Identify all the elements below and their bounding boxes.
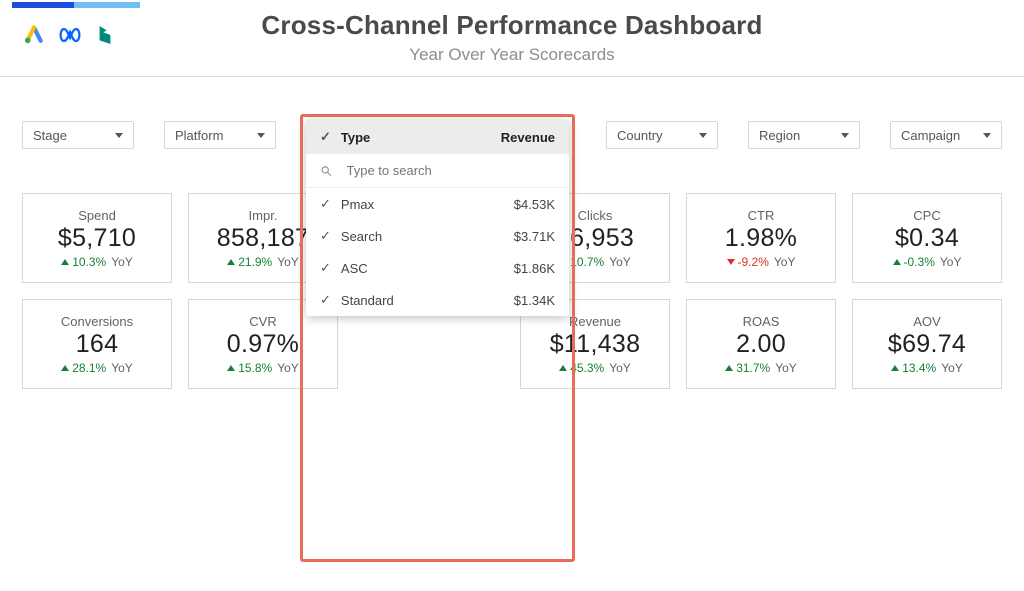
scorecard-label: Impr.	[249, 208, 278, 223]
meta-icon	[58, 26, 82, 44]
dropdown-option-value: $3.71K	[514, 229, 555, 244]
dropdown-option[interactable]: Search $3.71K	[306, 220, 569, 252]
scorecard-conversions: Conversions 164 28.1%YoY	[22, 299, 172, 389]
scorecard-change: 45.3%YoY	[559, 361, 631, 375]
scorecard-change: 28.1%YoY	[61, 361, 133, 375]
header-area: Cross-Channel Performance Dashboard Year…	[0, 2, 1024, 76]
dropdown-column-metric: Revenue	[501, 130, 555, 145]
scorecard-change: 10.7%YoY	[559, 255, 631, 269]
progress-bar-segment-dark	[12, 2, 74, 8]
type-filter-dropdown: Type Revenue Pmax $4.53K Search $3.71K A…	[306, 120, 569, 316]
dropdown-search-input[interactable]	[345, 162, 555, 179]
scorecard-label: Spend	[78, 208, 116, 223]
progress-bar-segment-light	[74, 2, 140, 8]
chevron-down-icon	[257, 133, 265, 138]
dropdown-header: Type Revenue	[306, 120, 569, 154]
scorecard-change: -9.2%YoY	[727, 255, 796, 269]
scorecard-label: CVR	[249, 314, 276, 329]
dropdown-option-label: Pmax	[341, 197, 374, 212]
check-icon	[320, 196, 331, 212]
arrow-up-icon	[891, 365, 899, 371]
arrow-up-icon	[61, 259, 69, 265]
filter-label: Platform	[175, 128, 223, 143]
scorecard-value: 0.97%	[227, 330, 299, 359]
arrow-up-icon	[227, 365, 235, 371]
dropdown-option[interactable]: ASC $1.86K	[306, 252, 569, 284]
dropdown-option-value: $1.34K	[514, 293, 555, 308]
scorecard-value: $11,438	[550, 330, 641, 359]
scorecard-value: 2.00	[736, 330, 786, 359]
chevron-down-icon	[983, 133, 991, 138]
scorecard-value: $0.34	[895, 224, 959, 253]
chevron-down-icon	[699, 133, 707, 138]
dropdown-option-label: Search	[341, 229, 382, 244]
arrow-up-icon	[893, 259, 901, 265]
scorecard-value: 858,187	[217, 224, 309, 253]
filter-label: Country	[617, 128, 663, 143]
page-subtitle: Year Over Year Scorecards	[261, 45, 762, 65]
bing-ads-icon	[96, 24, 114, 46]
scorecard-change: -0.3%YoY	[893, 255, 962, 269]
dropdown-option-value: $1.86K	[514, 261, 555, 276]
scorecard-label: AOV	[913, 314, 940, 329]
scorecard-label: Conversions	[61, 314, 133, 329]
filter-stage[interactable]: Stage	[22, 121, 134, 149]
scorecard-label: ROAS	[743, 314, 780, 329]
check-icon[interactable]	[320, 129, 331, 145]
scorecard-change: 31.7%YoY	[725, 361, 797, 375]
google-ads-icon	[24, 25, 44, 45]
search-icon	[320, 164, 333, 178]
dropdown-column-label: Type	[341, 130, 370, 145]
scorecard-roas: ROAS 2.00 31.7%YoY	[686, 299, 836, 389]
scorecard-value: 164	[76, 330, 119, 359]
dropdown-option[interactable]: Pmax $4.53K	[306, 188, 569, 220]
scorecard-value: 1.98%	[725, 224, 797, 253]
arrow-up-icon	[725, 365, 733, 371]
scorecard-label: Revenue	[569, 314, 621, 329]
scorecard-aov: AOV $69.74 13.4%YoY	[852, 299, 1002, 389]
scorecard-change: 13.4%YoY	[891, 361, 963, 375]
check-icon	[320, 292, 331, 308]
scorecard-value: $5,710	[58, 224, 136, 253]
filter-region[interactable]: Region	[748, 121, 860, 149]
arrow-up-icon	[227, 259, 235, 265]
filter-label: Stage	[33, 128, 67, 143]
scorecard-change: 21.9%YoY	[227, 255, 299, 269]
chevron-down-icon	[115, 133, 123, 138]
arrow-up-icon	[559, 365, 567, 371]
dropdown-option-label: ASC	[341, 261, 368, 276]
scorecard-ctr: CTR 1.98% -9.2%YoY	[686, 193, 836, 283]
check-icon	[320, 260, 331, 276]
scorecard-label: Clicks	[578, 208, 613, 223]
filter-country[interactable]: Country	[606, 121, 718, 149]
scorecard-change: 10.3%YoY	[61, 255, 133, 269]
scorecard-change: 15.8%YoY	[227, 361, 299, 375]
progress-bar	[12, 2, 140, 8]
dropdown-option-label: Standard	[341, 293, 394, 308]
dropdown-option-value: $4.53K	[514, 197, 555, 212]
chevron-down-icon	[841, 133, 849, 138]
scorecard-label: CTR	[748, 208, 775, 223]
dropdown-option[interactable]: Standard $1.34K	[306, 284, 569, 316]
page-title: Cross-Channel Performance Dashboard	[261, 10, 762, 41]
arrow-down-icon	[727, 259, 735, 265]
dropdown-search	[306, 154, 569, 188]
filter-label: Campaign	[901, 128, 960, 143]
scorecard-label: CPC	[913, 208, 940, 223]
scorecard-spend: Spend $5,710 10.3%YoY	[22, 193, 172, 283]
filter-campaign[interactable]: Campaign	[890, 121, 1002, 149]
check-icon	[320, 228, 331, 244]
scorecard-cpc: CPC $0.34 -0.3%YoY	[852, 193, 1002, 283]
filter-label: Region	[759, 128, 800, 143]
scorecard-value: $69.74	[888, 330, 966, 359]
arrow-up-icon	[61, 365, 69, 371]
filter-platform[interactable]: Platform	[164, 121, 276, 149]
